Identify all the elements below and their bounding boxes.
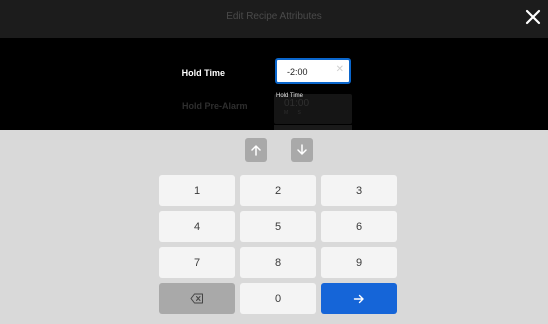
enter-button[interactable] bbox=[321, 283, 397, 314]
key-4[interactable]: 4 bbox=[159, 211, 235, 242]
hold-prealarm-label: Hold Pre-Alarm bbox=[182, 101, 248, 111]
key-9[interactable]: 9 bbox=[321, 247, 397, 278]
key-7[interactable]: 7 bbox=[159, 247, 235, 278]
backspace-button[interactable] bbox=[159, 283, 235, 314]
key-5[interactable]: 5 bbox=[240, 211, 316, 242]
title-bar: Edit Recipe Attributes bbox=[0, 0, 548, 38]
key-3[interactable]: 3 bbox=[321, 175, 397, 206]
arrow-right-icon bbox=[353, 294, 364, 303]
hold-time-tooltip: Hold Time 01:00 M S bbox=[274, 93, 352, 124]
hold-time-input[interactable]: -2:00 ✕ bbox=[275, 58, 351, 84]
key-2[interactable]: 2 bbox=[240, 175, 316, 206]
hold-time-value: -2:00 bbox=[287, 67, 308, 77]
arrow-down-icon bbox=[297, 144, 307, 155]
arrow-down-button[interactable] bbox=[291, 138, 313, 162]
clear-icon[interactable]: ✕ bbox=[336, 64, 344, 75]
dialog-title: Edit Recipe Attributes bbox=[226, 11, 322, 22]
key-6[interactable]: 6 bbox=[321, 211, 397, 242]
arrow-up-button[interactable] bbox=[245, 138, 267, 162]
numeric-keypad: 1 2 3 4 5 6 7 8 9 0 bbox=[0, 130, 548, 324]
tooltip-time: 01:00 bbox=[284, 98, 310, 109]
hold-time-label: Hold Time bbox=[181, 68, 225, 78]
key-0[interactable]: 0 bbox=[240, 283, 316, 314]
close-icon[interactable] bbox=[521, 5, 545, 29]
backspace-icon bbox=[190, 293, 203, 304]
key-8[interactable]: 8 bbox=[240, 247, 316, 278]
form-area: Hold Time -2:00 ✕ Hold Pre-Alarm Hold Ti… bbox=[0, 38, 548, 130]
key-1[interactable]: 1 bbox=[159, 175, 235, 206]
tooltip-units: M S bbox=[284, 110, 305, 116]
arrow-up-icon bbox=[251, 145, 261, 156]
